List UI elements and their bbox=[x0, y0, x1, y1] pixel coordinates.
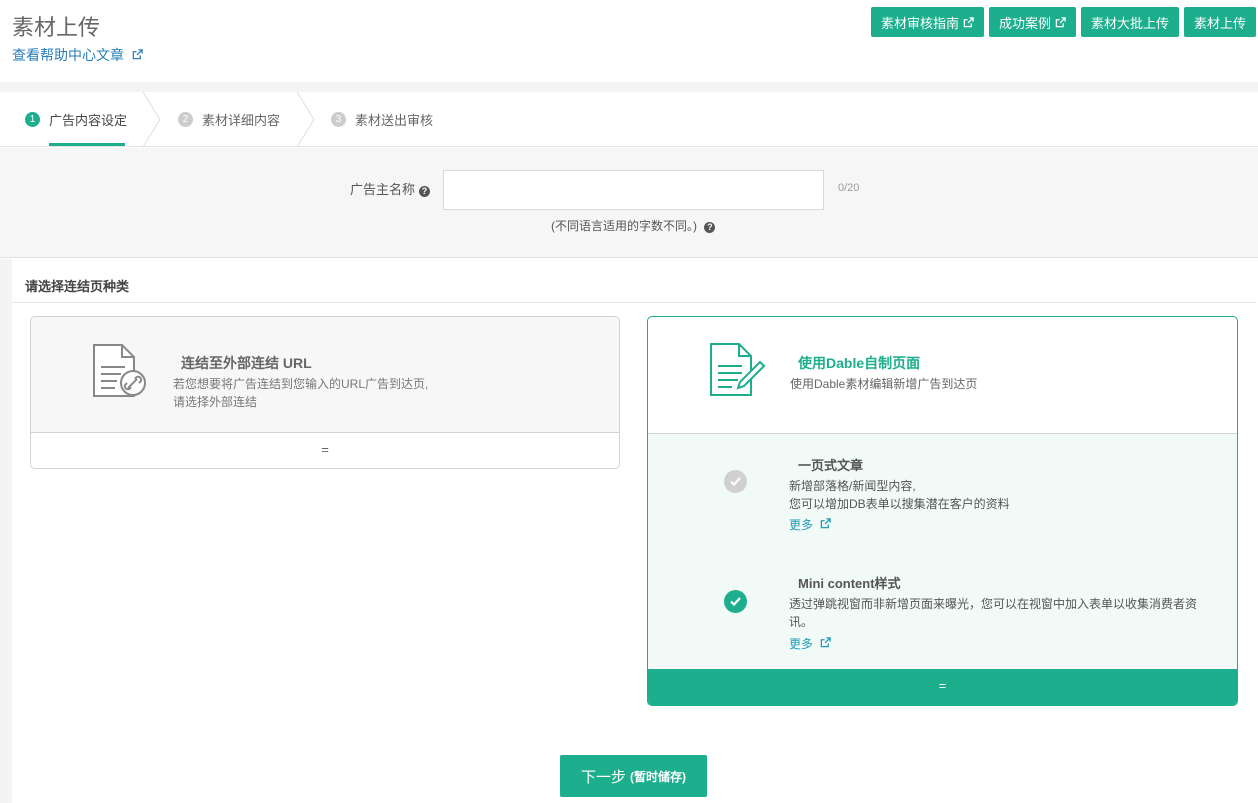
help-center-link-label: 查看帮助中心文章 bbox=[12, 47, 124, 63]
step-3: 3 素材送出审核 bbox=[331, 92, 433, 147]
success-cases-button[interactable]: 成功案例 bbox=[988, 7, 1076, 37]
advertiser-name-label: 广告主名称 bbox=[350, 182, 416, 197]
help-question-icon[interactable]: ? bbox=[419, 186, 431, 197]
dable-page-title: 使用Dable自制页面 bbox=[798, 355, 921, 371]
step-progress: 1 广告内容设定 2 素材详细内容 3 素材送出审核 bbox=[0, 92, 1258, 147]
check-icon bbox=[730, 597, 741, 607]
panel-divider bbox=[12, 302, 1257, 303]
help-center-link[interactable]: 查看帮助中心文章 bbox=[12, 45, 143, 65]
step-3-label: 素材送出审核 bbox=[355, 113, 434, 128]
step-1: 1 广告内容设定 bbox=[25, 92, 127, 147]
success-cases-label: 成功案例 bbox=[998, 15, 1051, 31]
external-link-icon bbox=[821, 637, 832, 648]
dable-page-options: 一页式文章 新增部落格/新闻型内容, 您可以增加DB表单以搜集潜在客户的资料 更… bbox=[648, 433, 1237, 670]
external-url-desc: 若您想要将广告连结到您输入的URL广告到达页, 请选择外部连结 bbox=[173, 375, 428, 411]
option-onepage-desc: 新增部落格/新闻型内容, 您可以增加DB表单以搜集潜在客户的资料 bbox=[789, 477, 1010, 513]
step-2-number: 2 bbox=[178, 112, 193, 127]
option-onepage-title: 一页式文章 bbox=[798, 458, 864, 473]
option-onepage-desc-line2: 您可以增加DB表单以搜集潜在客户的资料 bbox=[789, 497, 1010, 511]
page-title: 素材上传 bbox=[12, 15, 101, 40]
step-1-number: 1 bbox=[25, 112, 40, 127]
external-url-card[interactable]: 连结至外部连结 URL 若您想要将广告连结到您输入的URL广告到达页, 请选择外… bbox=[30, 316, 620, 469]
panel-title: 请选择连结页种类 bbox=[25, 279, 130, 294]
page-header: 素材上传 查看帮助中心文章 素材审核指南 成功案例 素材大批上传 素材上传 bbox=[0, 0, 1258, 82]
external-url-desc-line2: 请选择外部连结 bbox=[173, 395, 258, 409]
external-url-card-footer: = bbox=[31, 432, 619, 468]
step-chevron-icon bbox=[296, 92, 315, 147]
step-3-number: 3 bbox=[331, 112, 346, 127]
step-1-label: 广告内容设定 bbox=[49, 113, 128, 128]
active-step-indicator bbox=[49, 143, 125, 146]
dable-page-card[interactable]: 使用Dable自制页面 使用Dable素材编辑新增广告到达页 一页式文章 新增部… bbox=[647, 316, 1238, 706]
advertiser-name-section: 广告主名称? 0/20 (不同语言适用的字数不同。) ? bbox=[0, 148, 1258, 258]
bulk-upload-button[interactable]: 素材大批上传 bbox=[1080, 7, 1179, 37]
help-question-icon[interactable]: ? bbox=[704, 222, 716, 233]
advertiser-name-input[interactable] bbox=[443, 170, 824, 210]
char-limit-hint: (不同语言适用的字数不同。) ? bbox=[551, 217, 716, 234]
external-link-icon bbox=[132, 49, 143, 60]
char-counter: 0/20 bbox=[838, 182, 860, 194]
external-link-icon bbox=[963, 16, 974, 27]
review-guide-label: 素材审核指南 bbox=[880, 15, 959, 31]
more-link-label: 更多 bbox=[789, 637, 814, 651]
option-mini-content-more-link[interactable]: 更多 bbox=[789, 635, 832, 652]
step-2: 2 素材详细内容 bbox=[178, 92, 280, 147]
option-mini-content-check[interactable] bbox=[724, 590, 747, 613]
external-url-title: 连结至外部连结 URL bbox=[181, 355, 312, 371]
next-step-button[interactable]: 下一步 (暂时储存) bbox=[560, 755, 707, 797]
dable-page-card-footer: = bbox=[648, 669, 1237, 705]
review-guide-button[interactable]: 素材审核指南 bbox=[870, 7, 984, 37]
document-link-icon bbox=[93, 344, 146, 397]
external-link-icon bbox=[821, 518, 832, 529]
external-url-desc-line1: 若您想要将广告连结到您输入的URL广告到达页, bbox=[173, 377, 429, 391]
more-link-label: 更多 bbox=[789, 518, 814, 532]
char-limit-hint-text: (不同语言适用的字数不同。) bbox=[551, 219, 697, 233]
option-onepage-desc-line1: 新增部落格/新闻型内容, bbox=[789, 479, 916, 493]
upload-button[interactable]: 素材上传 bbox=[1183, 7, 1256, 37]
header-separator bbox=[0, 82, 1258, 92]
option-onepage-check[interactable] bbox=[724, 470, 747, 493]
dable-page-desc: 使用Dable素材编辑新增广告到达页 bbox=[790, 377, 978, 391]
document-edit-icon bbox=[710, 343, 766, 396]
option-mini-content-desc-line2: 讯。 bbox=[789, 615, 814, 629]
page-gutter bbox=[0, 259, 12, 803]
step-2-label: 素材详细内容 bbox=[202, 113, 281, 128]
step-chevron-icon bbox=[142, 92, 161, 147]
option-mini-content-title: Mini content样式 bbox=[798, 576, 901, 591]
option-mini-content-desc-line1: 透过弹跳视窗而非新增页面来曝光，您可以在视窗中加入表单以收集消费者资 bbox=[789, 597, 1198, 611]
header-actions: 素材审核指南 成功案例 素材大批上传 素材上传 bbox=[870, 7, 1256, 37]
advertiser-name-label-group: 广告主名称? bbox=[350, 179, 431, 198]
check-icon bbox=[730, 477, 741, 487]
option-mini-content-desc: 透过弹跳视窗而非新增页面来曝光，您可以在视窗中加入表单以收集消费者资 讯。 bbox=[789, 595, 1199, 631]
external-link-icon bbox=[1055, 16, 1066, 27]
option-onepage-more-link[interactable]: 更多 bbox=[789, 516, 832, 533]
next-step-label: 下一步 bbox=[580, 768, 626, 786]
next-step-sublabel: (暂时储存) bbox=[630, 769, 686, 784]
